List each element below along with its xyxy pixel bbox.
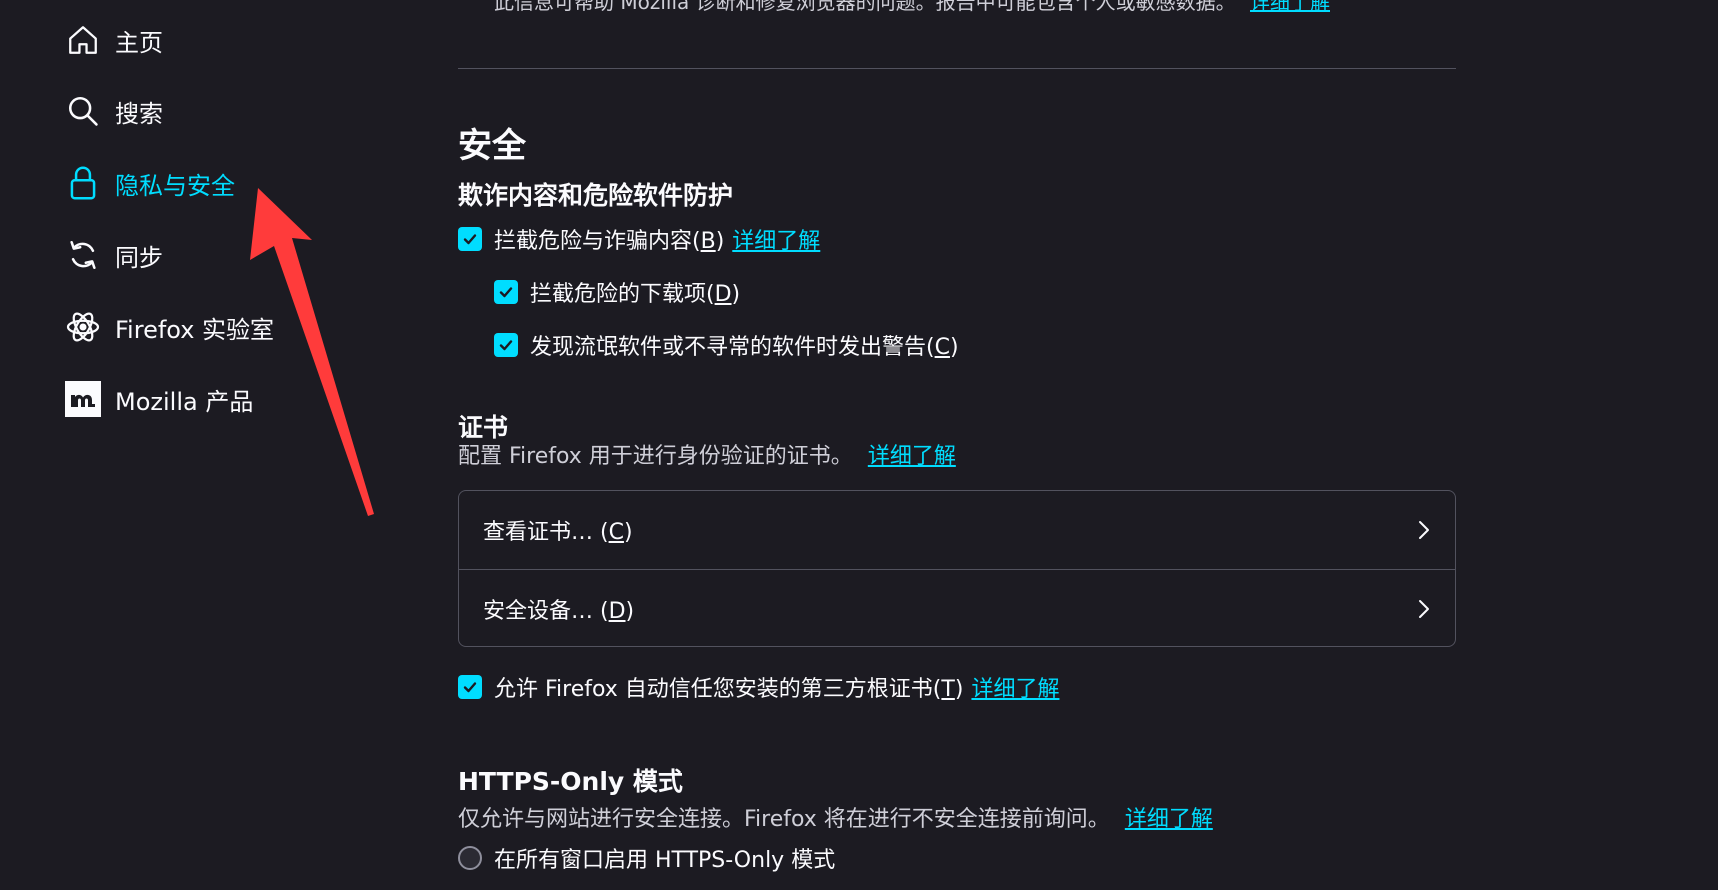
sidebar-item-label: 搜索 — [115, 99, 163, 128]
sidebar-item-label: 同步 — [115, 243, 163, 272]
view-certificates-label: 查看证书… (C) — [483, 520, 633, 545]
search-icon — [64, 92, 102, 130]
https-only-all-windows-radio[interactable] — [458, 846, 482, 870]
block-deceptive-checkbox[interactable] — [458, 227, 482, 251]
view-certificates-button[interactable]: 查看证书… (C) — [459, 491, 1455, 569]
intro-description: 此信息可帮助 Mozilla 诊断和修复浏览器的问题。报告中可能包含个人或敏感数… — [494, 0, 1236, 14]
block-deceptive-label[interactable]: 拦截危险与诈骗内容(B) — [494, 223, 724, 255]
intro-learn-more-link[interactable]: 详细了解 — [1250, 0, 1330, 14]
sidebar-item-home[interactable]: 主页 — [64, 18, 163, 62]
https-only-description: 仅允许与网站进行安全连接。Firefox 将在进行不安全连接前询问。 详细了解 — [458, 801, 1213, 833]
security-heading: 安全 — [458, 126, 526, 166]
lock-icon — [64, 164, 102, 202]
mozilla-logo-icon — [64, 380, 102, 418]
intro-text: 此信息可帮助 Mozilla 诊断和修复浏览器的问题。报告中可能包含个人或敏感数… — [494, 0, 1330, 15]
sidebar-item-privacy-security[interactable]: 隐私与安全 — [64, 161, 235, 205]
block-deceptive-learn-more-link[interactable]: 详细了解 — [732, 223, 820, 255]
sync-icon — [64, 236, 102, 274]
chevron-right-icon — [1419, 521, 1429, 539]
warn-unwanted-checkbox[interactable] — [494, 333, 518, 357]
https-only-heading: HTTPS-Only 模式 — [458, 767, 683, 796]
block-downloads-row: 拦截危险的下载项(D) — [494, 276, 740, 308]
sidebar-item-search[interactable]: 搜索 — [64, 89, 163, 133]
warn-unwanted-label[interactable]: 发现流氓软件或不寻常的软件时发出警告(C) — [530, 329, 959, 361]
trust-third-party-checkbox[interactable] — [458, 675, 482, 699]
sidebar: 主页 搜索 隐私与安全 同步 Firefox 实验室 Mozilla 产品 — [0, 0, 400, 890]
security-devices-button[interactable]: 安全设备… (D) — [459, 569, 1455, 646]
warn-unwanted-row: 发现流氓软件或不寻常的软件时发出警告(C) — [494, 329, 959, 361]
block-downloads-label[interactable]: 拦截危险的下载项(D) — [530, 276, 740, 308]
https-only-desc-text: 仅允许与网站进行安全连接。Firefox 将在进行不安全连接前询问。 — [458, 807, 1110, 832]
sidebar-item-firefox-labs[interactable]: Firefox 实验室 — [64, 305, 274, 349]
sidebar-item-label: 隐私与安全 — [115, 171, 235, 200]
flask-atom-icon — [64, 308, 102, 346]
section-divider — [458, 68, 1456, 69]
https-only-learn-more-link[interactable]: 详细了解 — [1125, 807, 1213, 832]
sidebar-item-label: Mozilla 产品 — [115, 387, 254, 416]
security-devices-label: 安全设备… (D) — [483, 598, 635, 624]
certificates-box: 查看证书… (C) 安全设备… (D) — [458, 490, 1456, 647]
chevron-right-icon — [1419, 599, 1429, 618]
block-deceptive-row: 拦截危险与诈骗内容(B) 详细了解 — [458, 223, 820, 255]
sidebar-item-sync[interactable]: 同步 — [64, 233, 163, 277]
certificates-desc-text: 配置 Firefox 用于进行身份验证的证书。 — [458, 444, 853, 469]
home-icon — [64, 21, 102, 59]
block-downloads-checkbox[interactable] — [494, 280, 518, 304]
fraud-protection-heading: 欺诈内容和危险软件防护 — [458, 181, 734, 210]
trust-third-party-label[interactable]: 允许 Firefox 自动信任您安装的第三方根证书(T) — [494, 671, 963, 703]
certificates-learn-more-link[interactable]: 详细了解 — [868, 444, 956, 469]
https-only-all-windows-row: 在所有窗口启用 HTTPS-Only 模式 — [458, 842, 835, 874]
sidebar-item-mozilla-products[interactable]: Mozilla 产品 — [64, 377, 253, 421]
sidebar-item-label: 主页 — [115, 28, 163, 57]
trust-third-party-row: 允许 Firefox 自动信任您安装的第三方根证书(T) 详细了解 — [458, 671, 1059, 703]
sidebar-item-label: Firefox 实验室 — [115, 315, 275, 344]
https-only-all-windows-label[interactable]: 在所有窗口启用 HTTPS-Only 模式 — [494, 842, 835, 874]
trust-third-party-learn-more-link[interactable]: 详细了解 — [971, 671, 1059, 703]
certificates-description: 配置 Firefox 用于进行身份验证的证书。 详细了解 — [458, 438, 956, 470]
